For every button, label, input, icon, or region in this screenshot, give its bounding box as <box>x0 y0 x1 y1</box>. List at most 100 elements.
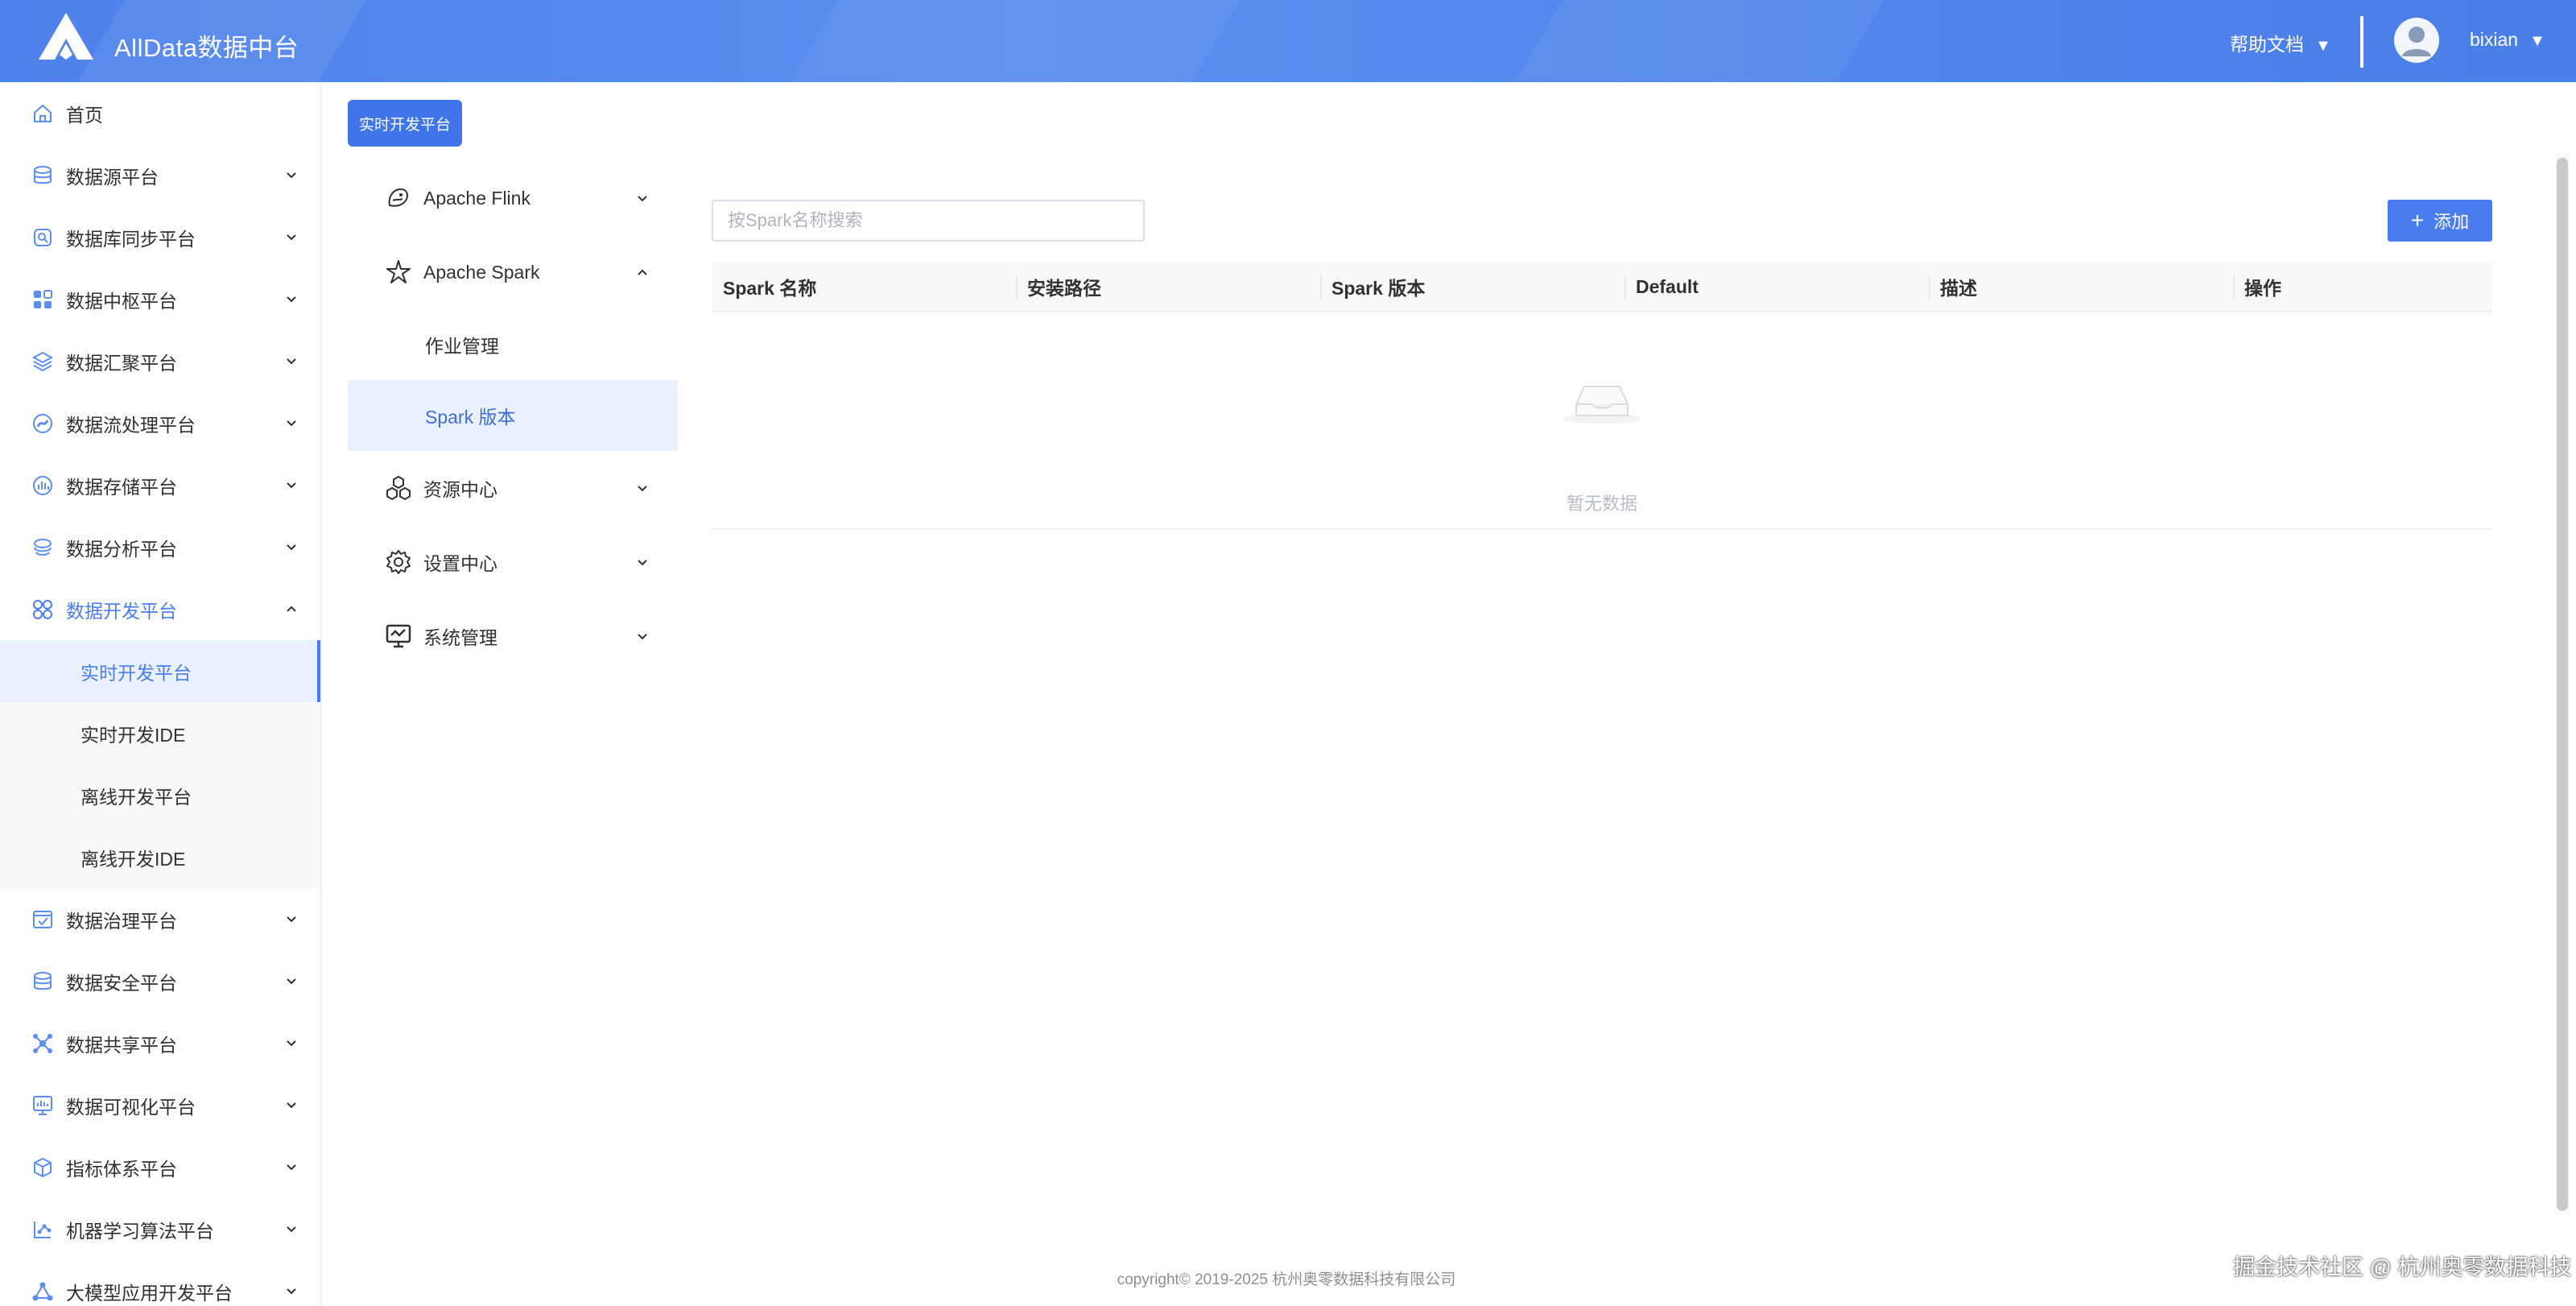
brand-title[interactable]: AllData数据中台 <box>114 27 299 64</box>
menu-item-apache-flink[interactable]: Apache Flink <box>348 161 678 235</box>
menu-item-label: Apache Flink <box>423 187 530 209</box>
security-icon <box>31 969 55 994</box>
sidebar-item-label: 数据存储平台 <box>66 476 177 498</box>
sidebar-subitem-label: 实时开发平台 <box>80 662 192 684</box>
avatar[interactable] <box>2394 18 2439 63</box>
sidebar-item-home[interactable]: 首页 <box>0 82 320 144</box>
menu-item-label: Apache Spark <box>423 261 540 283</box>
table-body: 暂无数据 <box>712 312 2492 530</box>
menu-subitem-spark-version[interactable]: Spark 版本 <box>348 380 678 451</box>
realtime-platform-tag[interactable]: 实时开发平台 <box>348 100 462 147</box>
copyright-footer: copyright© 2019-2025 杭州奥零数据科技有限公司 <box>0 1267 2576 1289</box>
visual-icon <box>31 1093 55 1118</box>
sidebar-subitem-offline-platform[interactable]: 离线开发平台 <box>0 764 320 826</box>
help-docs-menu[interactable]: 帮助文档 ▼ <box>2230 29 2331 56</box>
database-icon <box>31 163 55 188</box>
sidebar-item-db-sync[interactable]: 数据库同步平台 <box>0 206 320 268</box>
menu-item-label: 系统管理 <box>423 627 497 648</box>
sidebar-item-share[interactable]: 数据共享平台 <box>0 1012 320 1074</box>
caret-down-icon: ▼ <box>2529 32 2545 50</box>
chevron-up-icon <box>287 605 296 612</box>
copyright-text: copyright© 2019-2025 杭州奥零数据科技有限公司 <box>1117 1271 1456 1288</box>
sidebar-item-label: 数据分析平台 <box>66 538 177 560</box>
column-header[interactable]: 操作 <box>2233 262 2492 311</box>
sidebar-item-label: 数据共享平台 <box>66 1034 177 1056</box>
sidebar-item-data-dev[interactable]: 数据开发平台 <box>0 578 320 640</box>
spark-version-table: Spark 名称 安装路径 Spark 版本 Default 描述 操作 暂无数… <box>712 262 2492 530</box>
sidebar-item-label: 数据库同步平台 <box>66 228 196 250</box>
chevron-down-icon <box>287 1164 296 1171</box>
sidebar-item-security[interactable]: 数据安全平台 <box>0 950 320 1012</box>
sidebar-item-data-converge[interactable]: 数据汇聚平台 <box>0 330 320 392</box>
scrollbar-thumb[interactable] <box>2557 158 2568 1211</box>
menu-item-system-management[interactable]: 系统管理 <box>348 599 678 673</box>
header-divider <box>2360 16 2363 68</box>
empty-data-text: 暂无数据 <box>1566 494 1637 514</box>
column-header[interactable]: Default <box>1624 262 1929 311</box>
user-name: bixian <box>2470 29 2519 50</box>
chevron-down-icon <box>287 172 296 179</box>
sidebar-item-visual[interactable]: 数据可视化平台 <box>0 1074 320 1136</box>
chevron-down-icon <box>638 196 647 202</box>
menu-subitem-job-management[interactable]: 作业管理 <box>348 309 678 380</box>
sidebar-item-storage[interactable]: 数据存储平台 <box>0 454 320 516</box>
menu-item-resource-center[interactable]: 资源中心 <box>348 451 678 525</box>
plus-icon: + <box>2410 208 2425 233</box>
sidebar-subitem-label: 离线开发IDE <box>80 848 186 870</box>
header-decoration <box>1488 0 1893 82</box>
sidebar-item-analysis[interactable]: 数据分析平台 <box>0 516 320 578</box>
chevron-up-icon <box>638 269 647 275</box>
spark-star-icon <box>385 258 412 286</box>
secondary-menu: Apache Flink Apache Spark 作业管理 Spark 版本 … <box>348 161 678 673</box>
chevron-down-icon <box>287 296 296 303</box>
chevron-down-icon <box>287 420 296 427</box>
help-docs-label: 帮助文档 <box>2230 34 2304 55</box>
header-decoration <box>763 0 1249 82</box>
brand-logo-icon[interactable] <box>37 11 95 61</box>
chevron-down-icon <box>638 486 647 492</box>
sidebar-subitem-offline-ide[interactable]: 离线开发IDE <box>0 826 320 888</box>
add-button[interactable]: + 添加 <box>2388 200 2492 242</box>
sidebar-item-ml[interactable]: 机器学习算法平台 <box>0 1198 320 1260</box>
column-header[interactable]: 安装路径 <box>1016 262 1320 311</box>
chevron-down-icon <box>638 560 647 566</box>
sidebar-item-label: 数据安全平台 <box>66 972 177 994</box>
sidebar-item-label: 数据源平台 <box>66 166 159 188</box>
grid-icon <box>31 287 55 312</box>
menu-item-label: 资源中心 <box>423 479 497 500</box>
user-menu[interactable]: bixian ▼ <box>2470 29 2545 51</box>
column-header[interactable]: Spark 版本 <box>1320 262 1624 311</box>
chevron-down-icon <box>287 234 296 241</box>
gear-icon <box>385 548 412 576</box>
spark-name-search-input[interactable] <box>712 200 1145 242</box>
menu-item-settings-center[interactable]: 设置中心 <box>348 525 678 599</box>
sidebar-subitem-realtime-ide[interactable]: 实时开发IDE <box>0 702 320 764</box>
add-button-label: 添加 <box>2434 212 2470 232</box>
sidebar-item-label: 数据汇聚平台 <box>66 352 177 374</box>
sidebar-subitem-realtime-platform[interactable]: 实时开发平台 <box>0 640 320 702</box>
sidebar-item-data-hub[interactable]: 数据中枢平台 <box>0 268 320 330</box>
sidebar-item-datasource[interactable]: 数据源平台 <box>0 144 320 206</box>
chevron-down-icon <box>287 1226 296 1233</box>
chevron-down-icon <box>638 634 647 640</box>
cube-icon <box>31 1155 55 1180</box>
governance-icon <box>31 907 55 932</box>
column-header[interactable]: 描述 <box>1929 262 2233 311</box>
sidebar-item-label: 首页 <box>66 104 103 126</box>
chevron-down-icon <box>287 482 296 489</box>
sidebar-item-metrics[interactable]: 指标体系平台 <box>0 1136 320 1198</box>
sidebar-item-label: 数据流处理平台 <box>66 414 196 436</box>
sidebar-item-stream[interactable]: 数据流处理平台 <box>0 392 320 454</box>
sidebar-item-label: 数据中枢平台 <box>66 290 177 312</box>
sidebar-item-governance[interactable]: 数据治理平台 <box>0 888 320 950</box>
chevron-down-icon <box>287 916 296 923</box>
layers-icon <box>31 349 55 374</box>
sidebar-item-label: 数据可视化平台 <box>66 1096 196 1118</box>
menu-subitem-label: 作业管理 <box>425 336 499 357</box>
menu-item-apache-spark[interactable]: Apache Spark <box>348 235 678 309</box>
ml-icon <box>31 1217 55 1242</box>
sidebar-subitem-label: 实时开发IDE <box>80 724 186 746</box>
column-header[interactable]: Spark 名称 <box>712 262 1016 311</box>
dev-icon <box>31 597 55 622</box>
sidebar-subitem-label: 离线开发平台 <box>80 786 192 808</box>
